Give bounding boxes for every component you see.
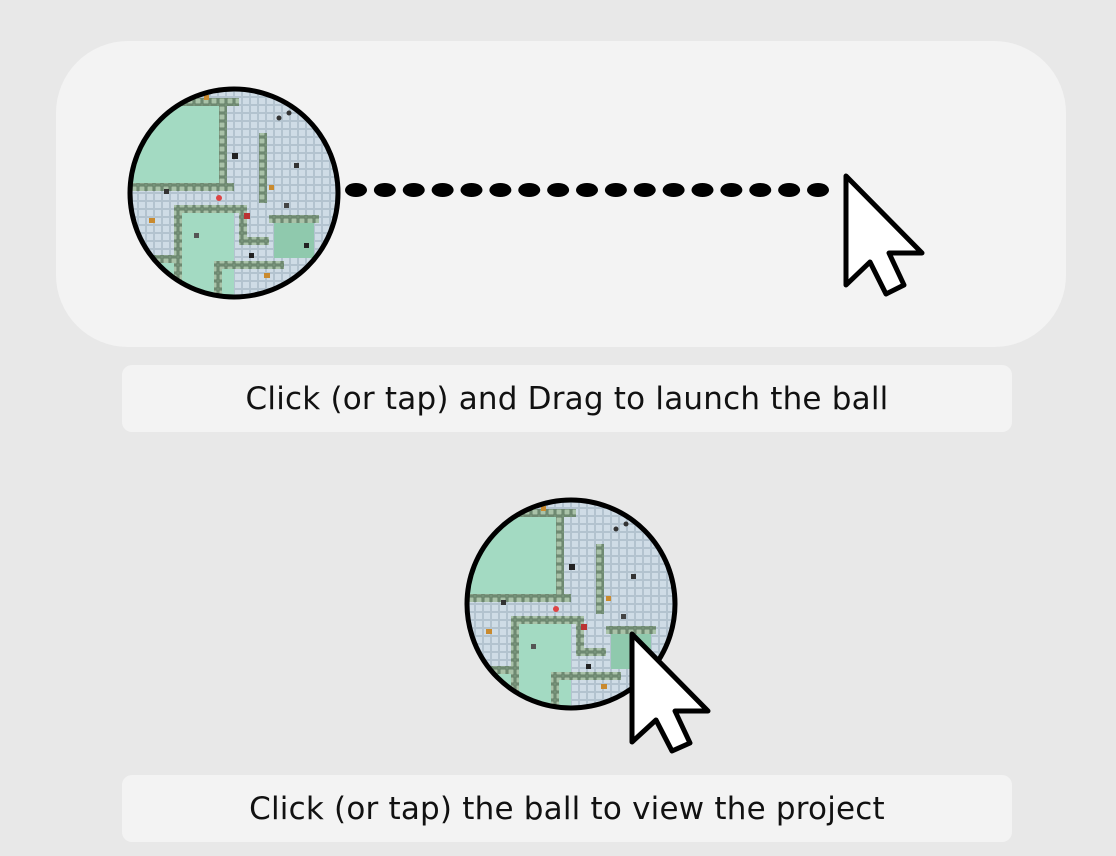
trail-dot xyxy=(460,183,483,197)
tap-instruction-caption: Click (or tap) the ball to view the proj… xyxy=(122,775,1012,842)
cursor-arrow-icon xyxy=(629,631,711,754)
trail-dot xyxy=(345,183,367,197)
trail-dot xyxy=(720,183,743,197)
trail-dot xyxy=(662,183,685,197)
trail-dot xyxy=(373,183,396,197)
trail-dot xyxy=(633,183,656,197)
trail-dot xyxy=(604,183,627,197)
trail-dot xyxy=(518,183,541,197)
trail-dot xyxy=(547,183,570,197)
instructions-page: Click (or tap) and Drag to launch the ba… xyxy=(0,0,1116,856)
cursor-arrow-icon xyxy=(843,173,925,297)
ball-icon[interactable] xyxy=(124,83,344,303)
trail-dot xyxy=(431,183,454,197)
drag-instruction-caption: Click (or tap) and Drag to launch the ba… xyxy=(122,365,1012,432)
drag-instruction-text: Click (or tap) and Drag to launch the ba… xyxy=(245,380,889,417)
trail-dot xyxy=(807,183,829,197)
trail-dot xyxy=(402,183,425,197)
trail-dot xyxy=(489,183,512,197)
trail-dot xyxy=(749,183,772,197)
tap-instruction-text: Click (or tap) the ball to view the proj… xyxy=(249,790,885,827)
trail-dot xyxy=(576,183,598,197)
trail-dot xyxy=(691,183,714,197)
dotted-trail-icon xyxy=(345,183,829,197)
trail-dot xyxy=(778,183,801,197)
